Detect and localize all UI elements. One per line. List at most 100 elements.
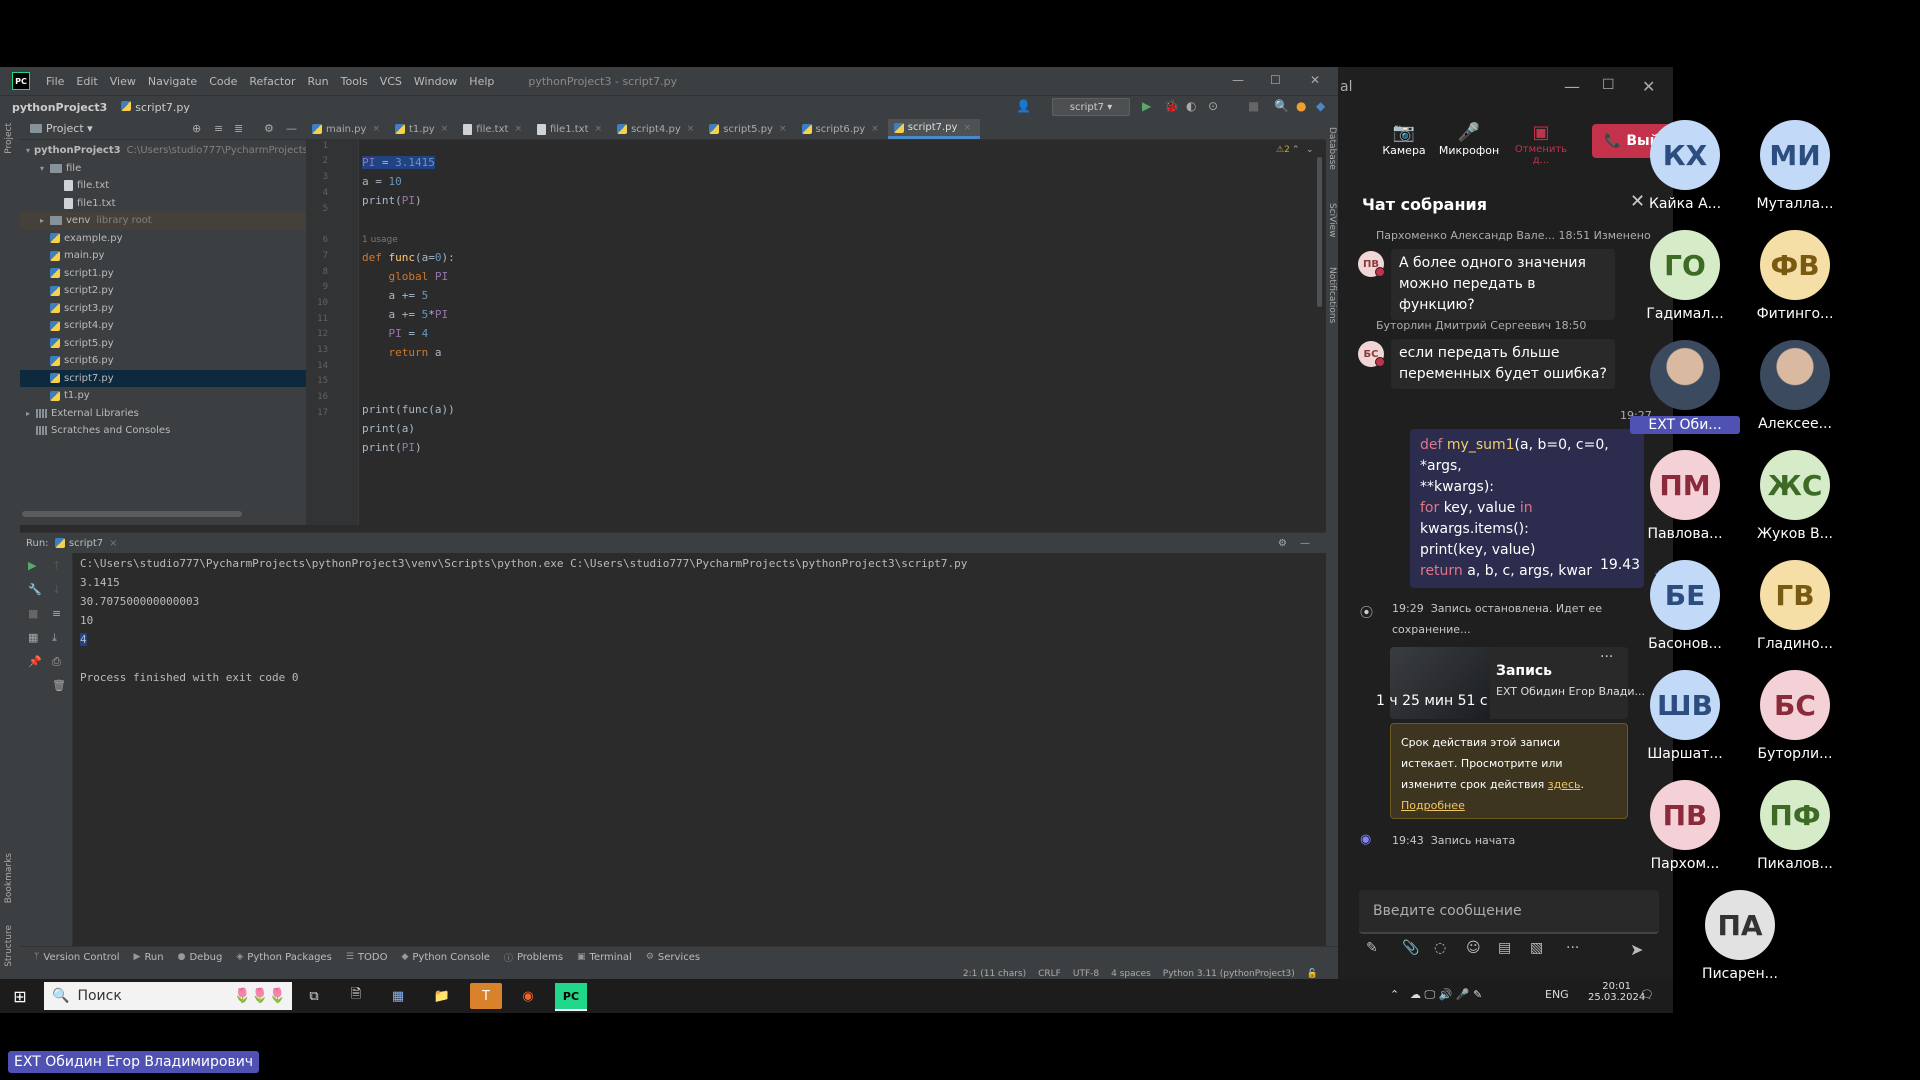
participant-tile[interactable]: ЖС Жуков В... [1740,450,1850,542]
taskbar-search[interactable]: 🔍 Поиск 🌷🌷🌷 [44,982,292,1010]
wrench-icon[interactable]: 🔧 [28,583,42,596]
participant-tile[interactable]: ПФ Пикалов... [1740,780,1850,872]
chat-message[interactable]: если передать бльше переменных будет ошиб… [1391,339,1615,389]
editor-tab[interactable]: script5.py × [703,119,795,139]
chevron-down-icon[interactable]: ⌄ [1306,145,1314,155]
participant-tile[interactable]: ГО Гадимал... [1630,230,1740,322]
windows-start-icon[interactable]: ⊞ [4,983,36,1009]
tree-item[interactable]: t1.py [20,387,306,405]
tree-item[interactable]: script2.py [20,282,306,300]
participant-tile[interactable]: БС Буторли... [1740,670,1850,762]
close-tab-icon[interactable]: × [871,124,879,134]
teams-app-icon[interactable]: T [470,983,502,1009]
minimize-icon[interactable]: — [1232,73,1244,87]
sciview-tool-label[interactable]: SciView [1327,203,1337,238]
pin-icon[interactable]: 📌 [28,655,42,668]
soft-wrap-icon[interactable]: ≡ [52,607,61,620]
notifications-icon[interactable]: 🗨 [1640,988,1654,1001]
message-compose-input[interactable]: Введите сообщение [1359,890,1659,934]
code-line-7[interactable]: global PI [362,270,449,283]
chat-message[interactable]: А более одного значения можно передать в … [1391,249,1615,320]
participant-tile[interactable]: ПВ Пархом... [1630,780,1740,872]
teams-close-icon[interactable]: ✕ [1642,77,1655,96]
debug-tool[interactable]: ● Debug [178,952,223,963]
tree-item[interactable]: ▾ pythonProject3 C:\Users\studio777\Pychar… [20,142,306,160]
tree-item[interactable]: example.py [20,230,306,248]
attach-icon[interactable]: 📎 [1402,940,1419,956]
tray-chevron-icon[interactable]: ⌃ [1390,988,1399,1001]
close-icon[interactable]: ✕ [1310,73,1320,87]
run-configuration-select[interactable]: script7 ▾ [1052,98,1130,116]
todo-tool[interactable]: ☰ TODO [346,952,388,963]
menu-navigate[interactable]: Navigate [142,75,203,88]
caret-position[interactable]: 2:1 (11 chars) [963,969,1026,979]
participant-tile[interactable]: ПА Писарен... [1685,890,1795,982]
close-tab-icon[interactable]: × [372,124,380,134]
tree-item[interactable]: file.txt [20,177,306,195]
more-actions-icon[interactable]: ··· [1566,940,1579,956]
stop-icon[interactable]: ■ [1248,99,1259,113]
maximize-icon[interactable]: ☐ [1270,73,1281,87]
format-icon[interactable]: ✎ [1366,940,1378,956]
task-view-icon[interactable]: ⧉ [298,983,330,1009]
coverage-icon[interactable]: ◐ [1186,99,1196,113]
teams-maximize-icon[interactable]: ☐ [1602,77,1615,93]
tree-item[interactable]: script6.py [20,352,306,370]
loop-icon[interactable]: ◌ [1434,940,1446,956]
close-tab-icon[interactable]: × [963,123,971,133]
run-icon[interactable]: ▶ [1142,99,1151,113]
menu-file[interactable]: File [40,75,70,88]
scroll-end-icon[interactable]: ⤓ [52,631,57,645]
version-control-tool[interactable]: ᛘ Version Control [34,952,120,963]
hide-run-panel-icon[interactable]: — [1300,538,1310,549]
editor-scrollbar[interactable] [1317,157,1322,307]
tree-item[interactable]: Scratches and Consoles [20,422,306,440]
tree-item[interactable]: ▾ file [20,160,306,178]
chevron-right-icon[interactable]: ▸ [40,216,50,225]
close-run-tab-icon[interactable]: × [109,538,117,549]
sticker-icon[interactable]: ▧ [1530,940,1543,956]
avatar[interactable]: ПВ [1358,251,1385,277]
editor-tab[interactable]: t1.py × [389,119,457,139]
tree-item[interactable]: script3.py [20,300,306,318]
code-line-16[interactable]: print(PI) [362,441,422,454]
file-explorer-icon[interactable]: 📁 [426,983,458,1009]
layout-icon[interactable]: ▦ [28,631,38,644]
code-line-10[interactable]: PI = 4 [362,327,429,340]
python-console-tool[interactable]: ◆ Python Console [401,952,489,963]
participant-tile[interactable]: ФВ Фитинго... [1740,230,1850,322]
rerun-icon[interactable]: ▶ [28,559,36,572]
hide-panel-icon[interactable]: — [286,122,297,135]
run-tab-name[interactable]: script7 [69,538,103,549]
teams-minimize-icon[interactable]: — [1564,77,1580,96]
avatar[interactable]: БС [1358,341,1385,367]
calculator-icon[interactable]: ▦ [382,983,414,1009]
warnings-indicator[interactable]: ⚠2 [1276,145,1290,155]
tree-item[interactable]: file1.txt [20,195,306,213]
indent-setting[interactable]: 4 spaces [1111,969,1151,979]
menu-window[interactable]: Window [408,75,463,88]
editor-tab[interactable]: main.py × [306,119,389,139]
code-line-2[interactable]: PI = 3.1415 [362,156,435,169]
stop-sharing-button[interactable]: ▣ Отменить д... [1506,122,1576,166]
chevron-up-icon[interactable]: ⌃ [1292,145,1300,155]
print-icon[interactable]: ⎙ [52,655,61,669]
jetbrains-icon[interactable]: ◆ [1316,99,1325,113]
tree-item[interactable]: script5.py [20,335,306,353]
services-tool[interactable]: ⚙ Services [646,952,700,963]
updates-icon[interactable]: ● [1296,99,1306,113]
scroll-down-icon[interactable]: ↓ [52,583,61,596]
breadcrumb-file[interactable]: script7.py [121,100,190,114]
menu-run[interactable]: Run [302,75,335,88]
participant-tile[interactable]: Алексее... [1740,340,1850,432]
camera-button[interactable]: 📷 Камера [1374,122,1434,157]
gif-icon[interactable]: ▤ [1498,940,1511,956]
learn-more-link[interactable]: Подробнее [1401,799,1465,812]
tree-item[interactable]: main.py [20,247,306,265]
code-line-15[interactable]: print(a) [362,422,415,435]
tray-clock[interactable]: 20:01 25.03.2024 [1588,981,1645,1003]
close-tab-icon[interactable]: × [441,124,449,134]
send-icon[interactable]: ➤ [1630,940,1643,959]
firefox-icon[interactable]: ◉ [512,983,544,1009]
scroll-up-icon[interactable]: ↑ [52,559,61,572]
